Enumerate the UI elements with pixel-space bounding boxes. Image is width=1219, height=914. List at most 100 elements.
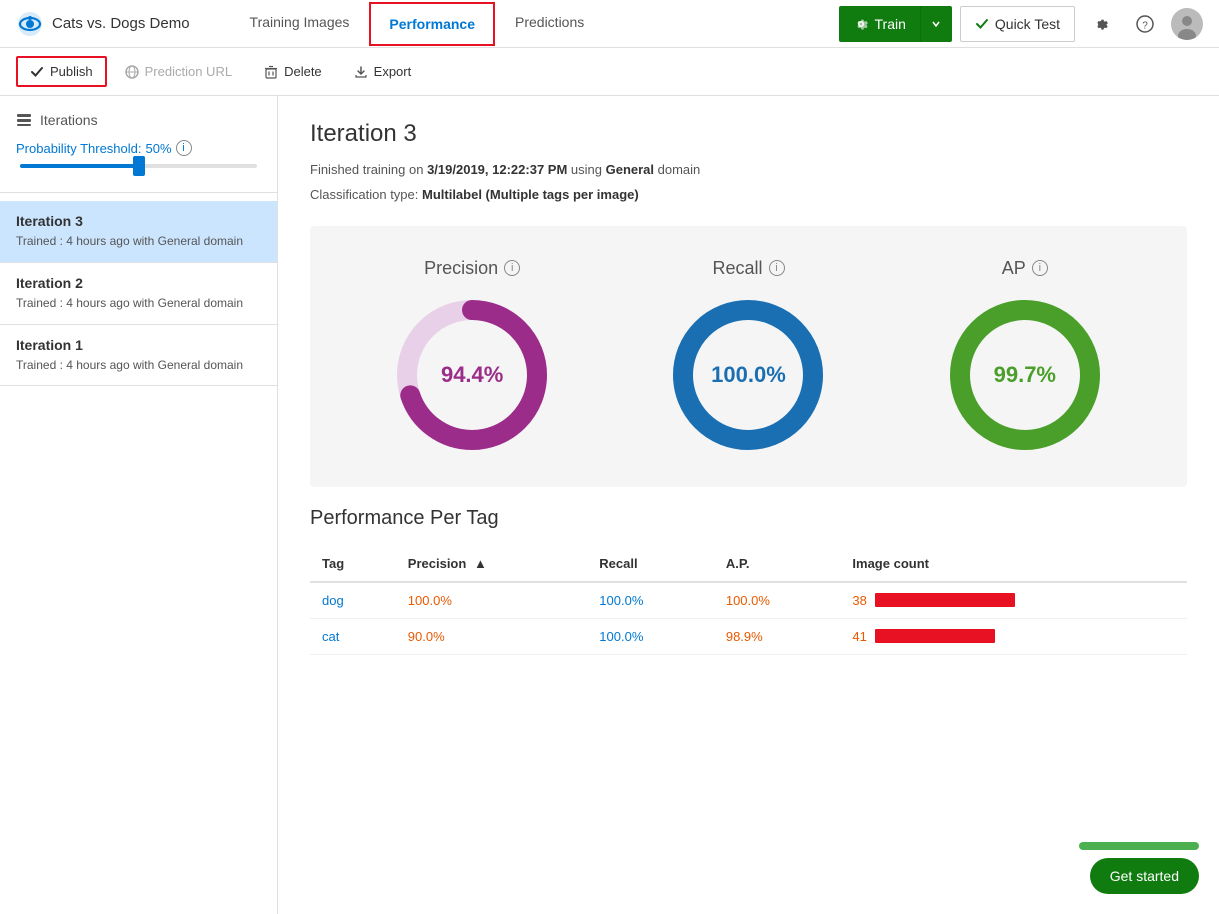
toolbar: Publish Prediction URL Delete Export	[0, 48, 1219, 96]
cell-recall-cat: 100.0%	[587, 618, 714, 654]
ap-info-icon[interactable]: i	[1032, 260, 1048, 276]
probability-threshold-section: Probability Threshold: 50% i	[0, 140, 277, 184]
th-ap: A.P.	[714, 546, 841, 582]
iteration-1-desc: Trained : 4 hours ago with General domai…	[16, 357, 261, 374]
th-precision[interactable]: Precision ▲	[396, 546, 588, 582]
cell-ap-cat: 98.9%	[714, 618, 841, 654]
gear-train-icon	[853, 16, 869, 32]
threshold-label: Probability Threshold: 50% i	[16, 140, 261, 156]
image-count-bar-cat	[875, 629, 995, 643]
per-tag-section-title: Performance Per Tag	[310, 507, 1187, 530]
delete-button[interactable]: Delete	[250, 56, 336, 87]
bar-cell-cat: 41	[852, 629, 1175, 644]
table-row: dog 100.0% 100.0% 100.0% 38	[310, 582, 1187, 619]
app-name: Cats vs. Dogs Demo	[52, 15, 190, 32]
tab-predictions[interactable]: Predictions	[495, 0, 604, 48]
user-avatar[interactable]	[1171, 8, 1203, 40]
question-mark-icon: ?	[1136, 15, 1154, 33]
recall-info-icon[interactable]: i	[769, 260, 785, 276]
iterations-header: Iterations	[0, 112, 277, 140]
metrics-card: Precision i 94.4% Recall i	[310, 226, 1187, 487]
settings-icon-button[interactable]	[1083, 6, 1119, 42]
tab-training-images[interactable]: Training Images	[230, 0, 370, 48]
image-count-value-cat: 41	[852, 629, 866, 644]
sidebar-divider	[0, 192, 277, 193]
sort-up-icon: ▲	[474, 556, 487, 571]
iteration-2-name: Iteration 2	[16, 275, 261, 291]
content-area: Iteration 3 Finished training on 3/19/20…	[278, 96, 1219, 914]
globe-icon	[125, 65, 139, 79]
precision-label: Precision i	[424, 258, 520, 279]
precision-value: 94.4%	[441, 362, 503, 388]
threshold-slider[interactable]	[16, 164, 261, 168]
tag-link-dog[interactable]: dog	[322, 593, 344, 608]
header: Cats vs. Dogs Demo Training Images Perfo…	[0, 0, 1219, 48]
iteration-3-desc: Trained : 4 hours ago with General domai…	[16, 233, 261, 250]
cell-precision-dog: 100.0%	[396, 582, 588, 619]
table-header-row: Tag Precision ▲ Recall A.P. Image count	[310, 546, 1187, 582]
sidebar: Iterations Probability Threshold: 50% i …	[0, 96, 278, 914]
main-layout: Iterations Probability Threshold: 50% i …	[0, 96, 1219, 914]
recall-metric: Recall i 100.0%	[668, 258, 828, 455]
recall-donut: 100.0%	[668, 295, 828, 455]
recall-label: Recall i	[712, 258, 784, 279]
iterations-label: Iterations	[40, 112, 98, 128]
cell-ap-dog: 100.0%	[714, 582, 841, 619]
iteration-item-1[interactable]: Iteration 1 Trained : 4 hours ago with G…	[0, 325, 277, 387]
image-count-bar-dog	[875, 593, 1015, 607]
ap-metric: AP i 99.7%	[945, 258, 1105, 455]
main-nav: Training Images Performance Predictions	[230, 0, 823, 48]
export-icon	[354, 65, 368, 79]
svg-text:?: ?	[1142, 20, 1148, 31]
quick-test-button[interactable]: Quick Test	[960, 6, 1075, 42]
tag-link-cat[interactable]: cat	[322, 629, 339, 644]
export-button[interactable]: Export	[340, 56, 426, 87]
ap-label: AP i	[1002, 258, 1048, 279]
get-started-button[interactable]: Get started	[1090, 858, 1199, 894]
th-tag: Tag	[310, 546, 396, 582]
precision-donut: 94.4%	[392, 295, 552, 455]
get-started-container: Get started	[1079, 842, 1199, 894]
training-domain: General	[606, 162, 654, 177]
training-date: 3/19/2019, 12:22:37 PM	[427, 162, 567, 177]
avatar-icon	[1171, 8, 1203, 40]
training-info-line2: Classification type: Multilabel (Multipl…	[310, 185, 1187, 206]
iteration-2-desc: Trained : 4 hours ago with General domai…	[16, 295, 261, 312]
performance-table: Tag Precision ▲ Recall A.P. Image count	[310, 546, 1187, 655]
threshold-value: 50%	[146, 141, 172, 156]
cell-precision-cat: 90.0%	[396, 618, 588, 654]
get-started-progress-bar	[1079, 842, 1199, 850]
trash-icon	[264, 65, 278, 79]
train-button-main[interactable]: Train	[839, 6, 920, 42]
tab-performance[interactable]: Performance	[369, 2, 495, 46]
th-image-count: Image count	[840, 546, 1187, 582]
iteration-3-name: Iteration 3	[16, 213, 261, 229]
prediction-url-button[interactable]: Prediction URL	[111, 56, 246, 87]
table-body: dog 100.0% 100.0% 100.0% 38 cat 90.0% 10…	[310, 582, 1187, 655]
train-dropdown-button[interactable]	[920, 6, 952, 42]
image-count-value-dog: 38	[852, 593, 866, 608]
cell-imagecount-cat: 41	[840, 618, 1187, 654]
page-title: Iteration 3	[310, 120, 1187, 148]
ap-value: 99.7%	[994, 362, 1056, 388]
recall-value: 100.0%	[711, 362, 786, 388]
table-row: cat 90.0% 100.0% 98.9% 41	[310, 618, 1187, 654]
train-button-group[interactable]: Train	[839, 6, 952, 42]
header-actions: Train Quick Test ?	[839, 6, 1204, 42]
check-icon	[30, 65, 44, 79]
logo-area: Cats vs. Dogs Demo	[16, 10, 214, 38]
cell-tag-cat: cat	[310, 618, 396, 654]
iteration-1-name: Iteration 1	[16, 337, 261, 353]
precision-metric: Precision i 94.4%	[392, 258, 552, 455]
ap-donut: 99.7%	[945, 295, 1105, 455]
chevron-down-icon	[931, 19, 941, 29]
gear-icon	[1092, 15, 1110, 33]
iteration-item-3[interactable]: Iteration 3 Trained : 4 hours ago with G…	[0, 201, 277, 263]
training-info-line1: Finished training on 3/19/2019, 12:22:37…	[310, 160, 1187, 181]
threshold-info-icon[interactable]: i	[176, 140, 192, 156]
precision-info-icon[interactable]: i	[504, 260, 520, 276]
help-icon-button[interactable]: ?	[1127, 6, 1163, 42]
cell-tag-dog: dog	[310, 582, 396, 619]
iteration-item-2[interactable]: Iteration 2 Trained : 4 hours ago with G…	[0, 263, 277, 325]
publish-button[interactable]: Publish	[16, 56, 107, 87]
